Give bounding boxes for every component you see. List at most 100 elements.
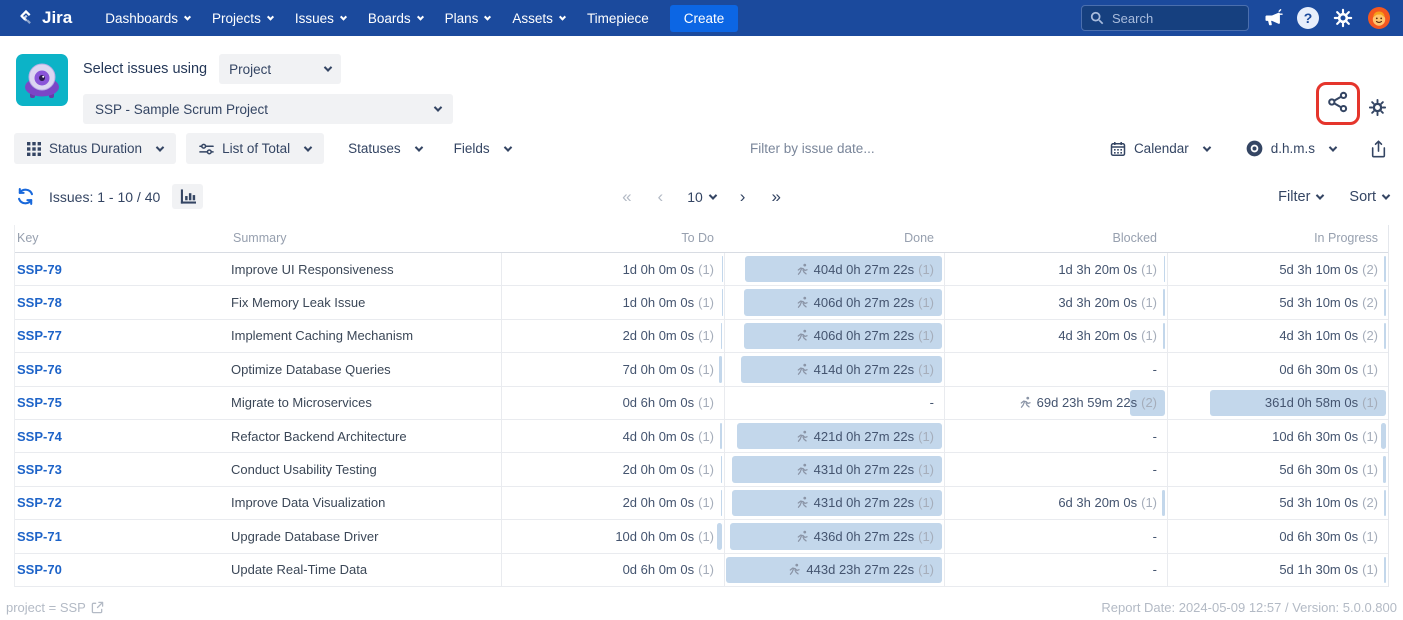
view-type-select[interactable]: Status Duration [14, 133, 176, 164]
issue-key-link[interactable]: SSP-73 [17, 462, 62, 477]
blocked-duration-cell: - [944, 420, 1167, 452]
next-page-button[interactable]: › [732, 187, 754, 207]
prev-page-button[interactable]: ‹ [650, 187, 672, 207]
aggregation-select[interactable]: List of Total [186, 133, 324, 164]
nav-item-assets[interactable]: Assets [501, 0, 576, 36]
col-header-inprogress[interactable]: In Progress [1167, 225, 1388, 252]
user-avatar[interactable] [1367, 6, 1391, 30]
chevron-down-icon [559, 13, 566, 20]
duration-bar [1163, 323, 1165, 349]
inprogress-duration-cell: 0d 6h 30m 0s(1) [1167, 353, 1388, 385]
chevron-down-icon [1329, 143, 1337, 151]
blocked-duration-cell: - [944, 520, 1167, 552]
issue-key-cell: SSP-79 [15, 253, 231, 285]
col-header-todo[interactable]: To Do [501, 225, 724, 252]
chevron-down-icon [1316, 191, 1324, 199]
issue-key-link[interactable]: SSP-77 [17, 328, 62, 343]
running-status-icon [1019, 396, 1032, 409]
nav-item-issues[interactable]: Issues [284, 0, 357, 36]
done-duration-cell: 414d 0h 27m 22s(1) [724, 353, 944, 385]
todo-duration-cell: 0d 6h 0m 0s(1) [501, 554, 724, 586]
issue-source-select[interactable]: Project [219, 54, 341, 84]
nav-item-plans[interactable]: Plans [434, 0, 502, 36]
issue-key-link[interactable]: SSP-70 [17, 562, 62, 577]
external-link-icon[interactable] [91, 601, 104, 614]
create-button[interactable]: Create [670, 5, 739, 32]
duration-bar [721, 456, 722, 482]
project-select[interactable]: SSP - Sample Scrum Project [83, 94, 453, 124]
duration-bar [1162, 490, 1165, 516]
done-duration-cell: 431d 0h 27m 22s(1) [724, 487, 944, 519]
jira-logo[interactable]: Jira [16, 8, 72, 28]
nav-item-dashboards[interactable]: Dashboards [94, 0, 201, 36]
chevron-down-icon [1382, 191, 1390, 199]
first-page-button[interactable]: « [614, 187, 639, 207]
col-header-done[interactable]: Done [724, 225, 944, 252]
blocked-duration-cell: 6d 3h 20m 0s(1) [944, 487, 1167, 519]
col-header-summary[interactable]: Summary [231, 225, 501, 252]
col-header-blocked[interactable]: Blocked [944, 225, 1167, 252]
blocked-duration-cell: - [944, 453, 1167, 485]
done-duration-cell: 406d 0h 27m 22s(1) [724, 320, 944, 352]
nav-item-boards[interactable]: Boards [357, 0, 434, 36]
running-status-icon [796, 363, 809, 376]
running-status-icon [788, 563, 801, 576]
fields-select[interactable]: Fields [440, 133, 525, 164]
blocked-duration-cell: 4d 3h 20m 0s(1) [944, 320, 1167, 352]
issue-key-link[interactable]: SSP-79 [17, 262, 62, 277]
share-button[interactable] [1325, 89, 1351, 115]
nav-item-timepiece[interactable]: Timepiece [576, 0, 660, 36]
calendar-select[interactable]: Calendar [1096, 133, 1224, 164]
grid-icon [27, 142, 41, 156]
refresh-icon[interactable] [14, 185, 37, 208]
running-status-icon [796, 496, 809, 509]
done-duration-cell: 406d 0h 27m 22s(1) [724, 286, 944, 318]
col-header-key[interactable]: Key [15, 225, 231, 252]
done-duration-cell: 436d 0h 27m 22s(1) [724, 520, 944, 552]
report-toolbar: Status Duration List of Total Statuses F… [0, 133, 1403, 164]
issue-key-link[interactable]: SSP-72 [17, 495, 62, 510]
date-filter-input[interactable]: Filter by issue date... [529, 141, 1096, 156]
page-size-select[interactable]: 10 [681, 189, 722, 205]
gadget-settings-button[interactable] [1366, 96, 1389, 119]
search-input[interactable] [1112, 11, 1232, 26]
issue-key-link[interactable]: SSP-74 [17, 429, 62, 444]
running-status-icon [796, 430, 809, 443]
chevron-down-icon [503, 143, 511, 151]
nav-menu: DashboardsProjectsIssuesBoardsPlansAsset… [94, 0, 659, 36]
blocked-duration-cell: - [944, 353, 1167, 385]
chart-view-button[interactable] [172, 184, 203, 209]
settings-gear-icon[interactable] [1333, 8, 1353, 28]
duration-format-select[interactable]: d.h.m.s [1232, 133, 1350, 164]
export-icon[interactable] [1368, 138, 1389, 160]
chevron-down-icon [709, 191, 717, 199]
issue-key-link[interactable]: SSP-75 [17, 395, 62, 410]
issue-key-link[interactable]: SSP-76 [17, 362, 62, 377]
sort-menu-button[interactable]: Sort [1349, 189, 1389, 205]
help-icon[interactable]: ? [1297, 7, 1319, 29]
jira-brand-text: Jira [42, 8, 72, 28]
table-row: SSP-70Update Real-Time Data0d 6h 0m 0s(1… [15, 554, 1388, 587]
todo-duration-cell: 4d 0h 0m 0s(1) [501, 420, 724, 452]
statuses-select[interactable]: Statuses [334, 133, 436, 164]
issue-summary-cell: Upgrade Database Driver [231, 520, 501, 552]
blocked-duration-cell: 3d 3h 20m 0s(1) [944, 286, 1167, 318]
running-status-icon [796, 263, 809, 276]
issue-key-link[interactable]: SSP-78 [17, 295, 62, 310]
issue-summary-cell: Optimize Database Queries [231, 353, 501, 385]
search-box[interactable] [1081, 5, 1249, 31]
issue-summary-cell: Migrate to Microservices [231, 387, 501, 419]
last-page-button[interactable]: » [763, 187, 788, 207]
inprogress-duration-cell: 0d 6h 30m 0s(1) [1167, 520, 1388, 552]
running-status-icon [796, 296, 809, 309]
filter-menu-button[interactable]: Filter [1278, 189, 1323, 205]
duration-bar [1384, 256, 1387, 282]
issue-summary-cell: Conduct Usability Testing [231, 453, 501, 485]
duration-bar [1384, 490, 1387, 516]
duration-bar [1384, 289, 1387, 315]
nav-item-projects[interactable]: Projects [201, 0, 284, 36]
announcements-icon[interactable] [1263, 8, 1283, 28]
table-header-row: Key Summary To Do Done Blocked In Progre… [15, 225, 1388, 253]
inprogress-duration-cell: 5d 3h 10m 0s(2) [1167, 253, 1388, 285]
issue-key-link[interactable]: SSP-71 [17, 529, 62, 544]
